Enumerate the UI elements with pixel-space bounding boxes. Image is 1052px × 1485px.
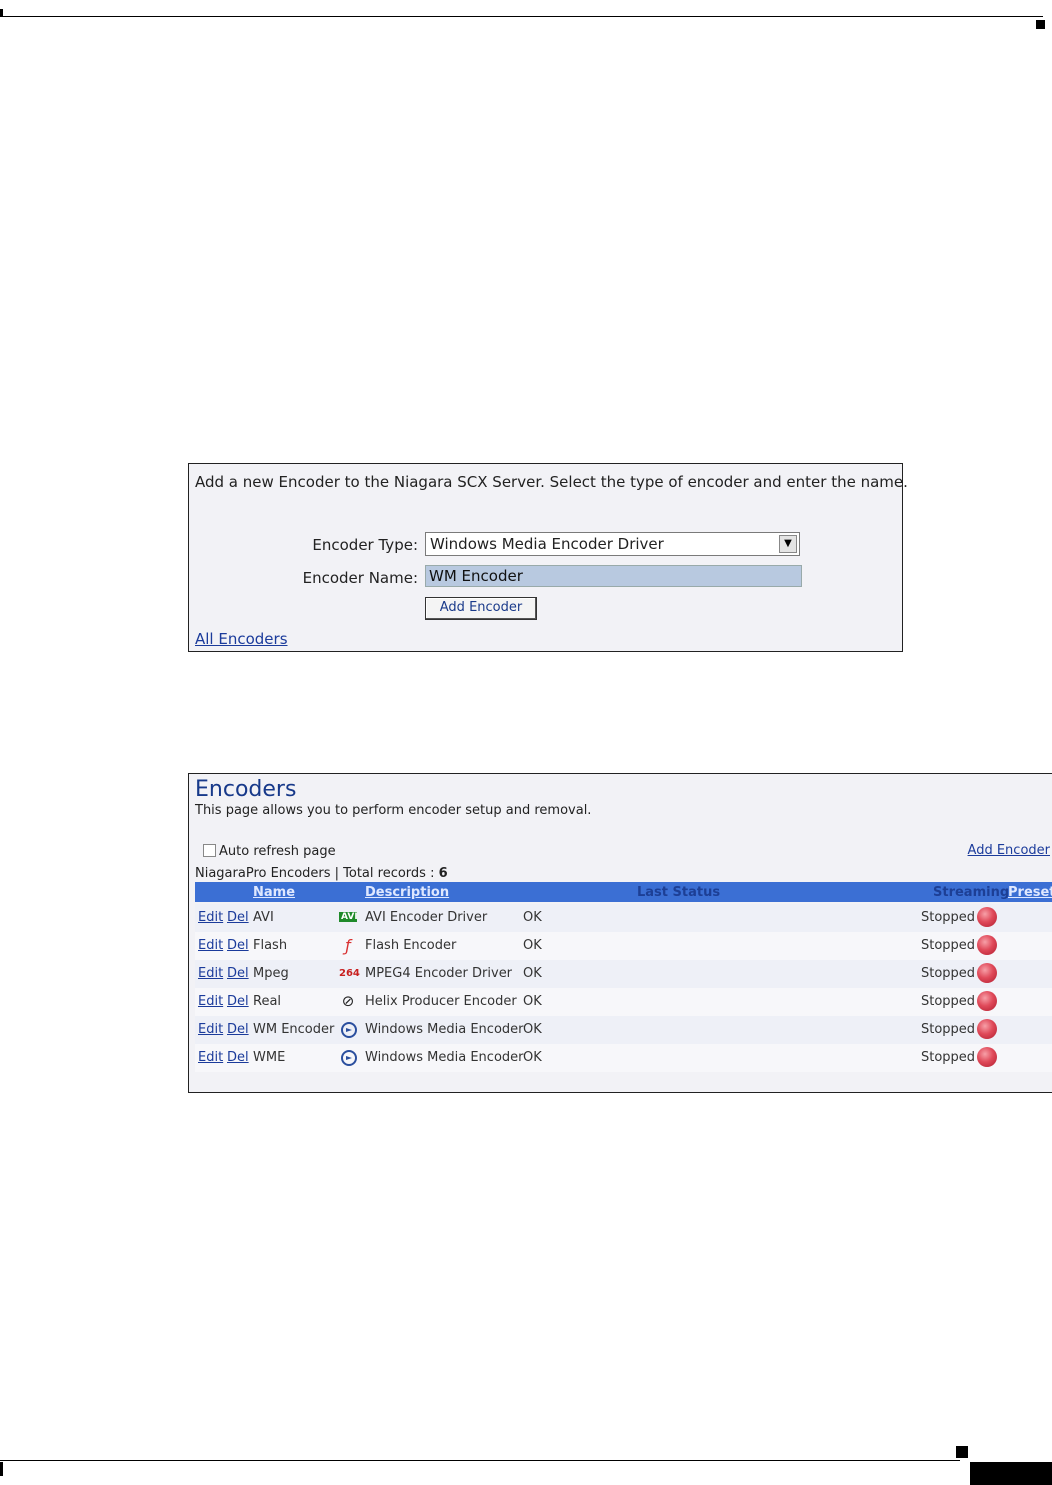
records-summary: NiagaraPro Encoders | Total records : 6 xyxy=(195,866,448,881)
helix-icon: ⊘ xyxy=(341,992,355,1010)
bottom-margin-tick xyxy=(0,1462,3,1476)
streaming-status: Stopped xyxy=(921,966,976,981)
encoder-last-status: OK xyxy=(523,1022,542,1037)
encoders-table-body: Edit Del AVI AVI AVI Encoder Driver OK S… xyxy=(195,904,1052,1072)
mpeg4-icon: 264 xyxy=(339,968,360,979)
encoder-last-status: OK xyxy=(523,966,542,981)
encoder-description: Windows Media Encoder xyxy=(365,1022,524,1037)
chevron-down-icon[interactable]: ▼ xyxy=(779,535,797,553)
page-number-tab xyxy=(970,1462,1052,1485)
table-header: Name Description Last Status Streaming P… xyxy=(195,882,1052,902)
auto-refresh-checkbox[interactable] xyxy=(203,844,216,857)
encoder-name: AVI xyxy=(253,910,274,925)
stop-icon[interactable] xyxy=(977,907,997,927)
stop-icon[interactable] xyxy=(977,935,997,955)
edit-link[interactable]: Edit xyxy=(198,1022,223,1037)
encoder-type-label: Encoder Type: xyxy=(312,536,418,554)
edit-link[interactable]: Edit xyxy=(198,994,223,1009)
table-row: Edit Del WME Windows Media Encoder OK St… xyxy=(195,1044,1052,1072)
encoder-last-status: OK xyxy=(523,994,542,1009)
records-count: 6 xyxy=(438,866,448,881)
encoder-description: Helix Producer Encoder xyxy=(365,994,517,1009)
edit-link[interactable]: Edit xyxy=(198,938,223,953)
bottom-rule xyxy=(0,1460,960,1461)
stop-icon[interactable] xyxy=(977,991,997,1011)
streaming-status: Stopped xyxy=(921,910,976,925)
auto-refresh-label: Auto refresh page xyxy=(219,844,336,859)
streaming-status: Stopped xyxy=(921,938,976,953)
encoder-last-status: OK xyxy=(523,1050,542,1065)
delete-link[interactable]: Del xyxy=(227,994,249,1009)
encoder-description: Windows Media Encoder xyxy=(365,1050,524,1065)
add-encoder-button[interactable]: Add Encoder xyxy=(425,597,537,620)
stop-icon[interactable] xyxy=(977,1047,997,1067)
top-corner-marker xyxy=(1036,20,1045,29)
page-title: Encoders xyxy=(195,777,297,802)
delete-link[interactable]: Del xyxy=(227,1050,249,1065)
streaming-status: Stopped xyxy=(921,1022,976,1037)
add-encoder-panel: Add a new Encoder to the Niagara SCX Ser… xyxy=(188,463,908,652)
records-prefix: NiagaraPro Encoders | Total records : xyxy=(195,866,435,881)
encoder-name-input[interactable] xyxy=(425,565,802,587)
all-encoders-link[interactable]: All Encoders xyxy=(195,630,288,648)
encoder-name: Real xyxy=(253,994,282,1009)
table-row: Edit Del Mpeg 264 MPEG4 Encoder Driver O… xyxy=(195,960,1052,988)
column-header-preset[interactable]: Preset xyxy=(1008,885,1052,900)
add-encoder-link[interactable]: Add Encoder xyxy=(968,843,1050,858)
windows-media-icon xyxy=(341,1022,357,1038)
top-rule xyxy=(0,16,1043,17)
encoders-panel: Encoders This page allows you to perform… xyxy=(188,773,1052,1093)
delete-link[interactable]: Del xyxy=(227,966,249,981)
encoder-description: MPEG4 Encoder Driver xyxy=(365,966,513,981)
column-header-name[interactable]: Name xyxy=(253,885,295,900)
add-encoder-intro: Add a new Encoder to the Niagara SCX Ser… xyxy=(195,473,908,491)
table-row: Edit Del WM Encoder Windows Media Encode… xyxy=(195,1016,1052,1044)
encoder-type-select[interactable]: Windows Media Encoder Driver ▼ xyxy=(425,532,800,556)
encoder-last-status: OK xyxy=(523,910,542,925)
stop-icon[interactable] xyxy=(977,963,997,983)
delete-link[interactable]: Del xyxy=(227,1022,249,1037)
bottom-corner-marker xyxy=(956,1446,968,1458)
encoder-type-value: Windows Media Encoder Driver xyxy=(430,535,664,553)
windows-media-icon xyxy=(341,1050,357,1066)
encoder-last-status: OK xyxy=(523,938,542,953)
encoder-name: WM Encoder xyxy=(253,1022,335,1037)
table-row: Edit Del AVI AVI AVI Encoder Driver OK S… xyxy=(195,904,1052,932)
delete-link[interactable]: Del xyxy=(227,938,249,953)
edit-link[interactable]: Edit xyxy=(198,1050,223,1065)
auto-refresh-toggle[interactable]: Auto refresh page xyxy=(203,844,336,859)
flash-icon: ƒ xyxy=(345,936,351,955)
encoder-name: Flash xyxy=(253,938,288,953)
encoder-description: Flash Encoder xyxy=(365,938,457,953)
delete-link[interactable]: Del xyxy=(227,910,249,925)
encoder-name-label: Encoder Name: xyxy=(302,569,418,587)
column-header-streaming: Streaming xyxy=(933,885,1010,900)
stop-icon[interactable] xyxy=(977,1019,997,1039)
encoder-name: Mpeg xyxy=(253,966,289,981)
edit-link[interactable]: Edit xyxy=(198,910,223,925)
page-subtitle: This page allows you to perform encoder … xyxy=(195,803,592,818)
streaming-status: Stopped xyxy=(921,994,976,1009)
avi-icon: AVI xyxy=(339,912,358,922)
encoder-description: AVI Encoder Driver xyxy=(365,910,488,925)
table-row: Edit Del Real ⊘ Helix Producer Encoder O… xyxy=(195,988,1052,1016)
column-header-last-status: Last Status xyxy=(637,885,721,900)
encoder-name: WME xyxy=(253,1050,286,1065)
table-row: Edit Del Flash ƒ Flash Encoder OK Stoppe… xyxy=(195,932,1052,960)
column-header-description[interactable]: Description xyxy=(365,885,449,900)
edit-link[interactable]: Edit xyxy=(198,966,223,981)
streaming-status: Stopped xyxy=(921,1050,976,1065)
